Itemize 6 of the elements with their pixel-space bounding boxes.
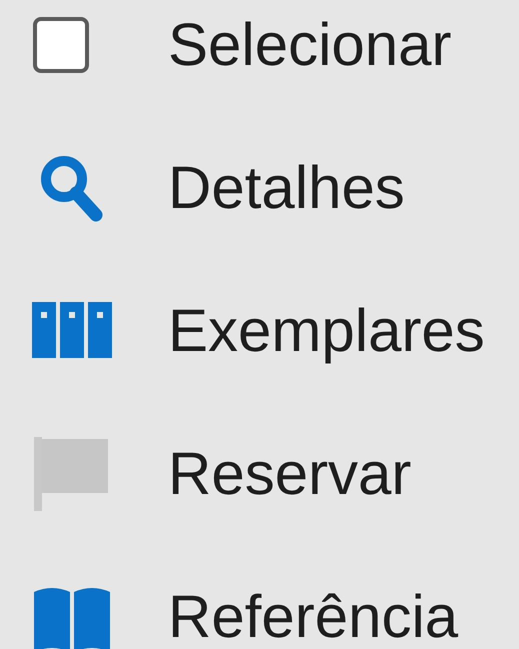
menu-item-label[interactable]: Exemplares (168, 298, 485, 364)
menu-item-label[interactable]: Detalhes (168, 155, 405, 221)
menu-item-label[interactable]: Referência (168, 584, 458, 649)
menu-item-label[interactable]: Reservar (168, 441, 412, 507)
checkbox[interactable] (33, 17, 89, 73)
menu-item-label[interactable]: Selecionar (168, 12, 452, 78)
